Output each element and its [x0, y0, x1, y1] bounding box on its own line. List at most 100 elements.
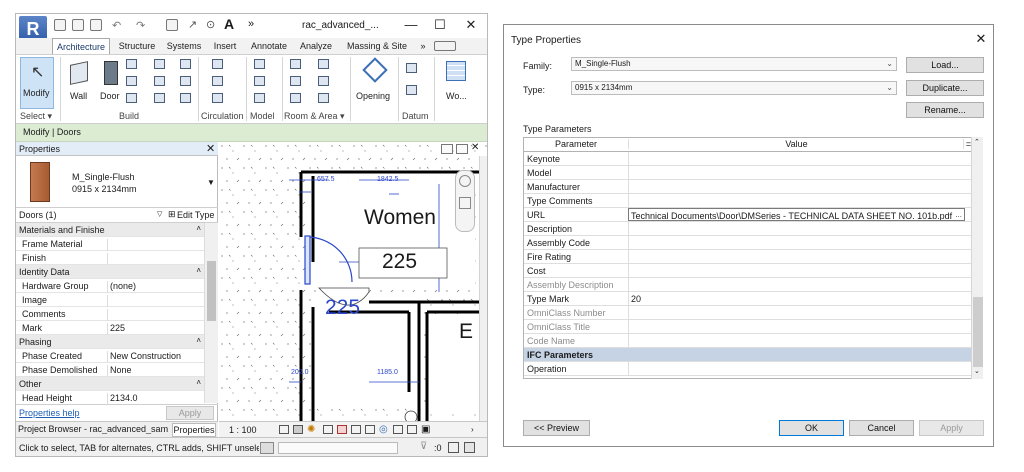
tab-annotate[interactable]: Annotate: [246, 38, 292, 54]
room-name-label[interactable]: Women: [364, 206, 436, 230]
parameter-row[interactable]: Type Comments: [524, 194, 972, 208]
grid-icon[interactable]: [406, 85, 417, 95]
select-links-icon[interactable]: [464, 442, 475, 453]
shadows-icon[interactable]: [323, 425, 333, 434]
type-selector[interactable]: M_Single-Flush 0915 x 2134mm ▼: [16, 156, 218, 208]
ramp-icon[interactable]: [212, 76, 223, 86]
area-icon[interactable]: [290, 93, 301, 103]
parameter-value[interactable]: Technical Documents\Door\DMSeries - TECH…: [628, 208, 965, 221]
property-group-header[interactable]: Other ˄: [16, 377, 204, 391]
parameter-row[interactable]: Assembly Code: [524, 236, 972, 250]
tab-analyze[interactable]: Analyze: [296, 38, 336, 54]
view-scale[interactable]: 1 : 100: [229, 425, 257, 435]
properties-scrollbar[interactable]: [204, 223, 218, 403]
property-value[interactable]: New Construction: [107, 351, 203, 363]
cancel-button[interactable]: Cancel: [849, 420, 914, 436]
parameter-row[interactable]: Cost: [524, 264, 972, 278]
model-group-icon[interactable]: [254, 93, 265, 103]
door-tag-label[interactable]: 225: [325, 296, 360, 320]
instance-filter[interactable]: Doors (1): [19, 210, 57, 220]
opening-button[interactable]: Opening: [356, 57, 392, 107]
filter-icon[interactable]: ⊽: [420, 441, 427, 452]
undo-icon[interactable]: ↶: [112, 19, 121, 32]
editable-only-icon[interactable]: [448, 442, 459, 453]
floor-icon[interactable]: [154, 93, 165, 103]
column-parameter[interactable]: Parameter: [524, 139, 628, 149]
wall-button[interactable]: Wall: [66, 57, 92, 107]
palette-close-icon[interactable]: ✕: [206, 142, 215, 155]
sun-path-icon[interactable]: ✺: [307, 424, 315, 435]
model-text-icon[interactable]: [254, 59, 265, 69]
room-icon[interactable]: [290, 59, 301, 69]
maximize-view-icon[interactable]: [456, 144, 468, 154]
tag-room-icon[interactable]: [318, 59, 329, 69]
parameter-row[interactable]: Model: [524, 166, 972, 180]
workset-combo[interactable]: [278, 442, 398, 454]
parameter-value[interactable]: [628, 362, 965, 375]
save-icon[interactable]: [72, 19, 84, 31]
tab-overflow[interactable]: »: [416, 38, 430, 54]
analytical-model-icon[interactable]: [407, 425, 417, 434]
parameter-row[interactable]: Fire Rating: [524, 250, 972, 264]
curtain-grid-icon[interactable]: [180, 76, 191, 86]
ribbon-toggle-icon[interactable]: [434, 41, 456, 51]
parameter-value[interactable]: [628, 166, 965, 179]
property-row[interactable]: Head Height 2134.0: [16, 391, 204, 405]
canvas-vertical-scrollbar[interactable]: [479, 156, 487, 421]
minimize-button[interactable]: —: [400, 16, 422, 34]
properties-help-link[interactable]: Properties help: [19, 408, 80, 418]
roof-icon[interactable]: [154, 59, 165, 69]
property-value[interactable]: 225: [107, 323, 203, 335]
duplicate-button[interactable]: Duplicate...: [906, 80, 984, 96]
family-dropdown[interactable]: M_Single-Flush ⌄: [571, 57, 897, 71]
room-separator-icon[interactable]: [290, 76, 301, 86]
window-icon[interactable]: [126, 59, 137, 69]
property-row[interactable]: Finish: [16, 251, 204, 265]
property-value[interactable]: [107, 253, 203, 265]
table-scrollbar[interactable]: ⌃ ⌄: [971, 137, 983, 379]
parameter-value[interactable]: [628, 264, 965, 277]
redo-icon[interactable]: ↷: [136, 19, 145, 32]
panel-select[interactable]: Select ▾: [20, 111, 52, 123]
tab-massing-site[interactable]: Massing & Site: [340, 38, 414, 54]
curtain-system-icon[interactable]: [180, 59, 191, 69]
railing-icon[interactable]: [212, 59, 223, 69]
parameter-row[interactable]: OmniClass Number: [524, 306, 972, 320]
parameter-row[interactable]: URL Technical Documents\Door\DMSeries - T…: [524, 208, 972, 222]
parameter-value[interactable]: [628, 194, 965, 207]
tag-area-icon[interactable]: [318, 93, 329, 103]
temporary-dimension[interactable]: 1185.0: [377, 369, 398, 376]
tab-structure[interactable]: Structure: [114, 38, 160, 54]
worksets-icon[interactable]: [260, 442, 274, 454]
collapse-icon[interactable]: ˄: [196, 378, 201, 387]
room-number-label[interactable]: 225: [382, 250, 417, 274]
temp-hide-icon[interactable]: ◎: [379, 424, 388, 435]
unlock-3d-icon[interactable]: [365, 425, 375, 434]
qat-overflow-icon[interactable]: »: [248, 18, 254, 30]
parameter-row[interactable]: Type Mark 20: [524, 292, 972, 306]
parameter-row[interactable]: Manufacturer: [524, 180, 972, 194]
crop-view-icon[interactable]: [337, 425, 347, 434]
property-group-header[interactable]: Identity Data ˄: [16, 265, 204, 279]
sync-icon[interactable]: [90, 19, 102, 31]
property-row[interactable]: Mark 225: [16, 321, 204, 335]
column-value[interactable]: Value: [628, 139, 964, 149]
property-row[interactable]: Hardware Group (none): [16, 279, 204, 293]
parameter-value[interactable]: [628, 180, 965, 193]
type-dropdown[interactable]: 0915 x 2134mm ⌄: [571, 81, 897, 95]
collapse-icon[interactable]: ˄: [196, 224, 201, 233]
door-button[interactable]: Door: [98, 57, 124, 107]
steering-wheel-icon[interactable]: [459, 175, 471, 187]
level-icon[interactable]: [406, 63, 417, 73]
edit-type-button[interactable]: Edit Type: [177, 210, 214, 220]
collapse-icon[interactable]: ˄: [196, 266, 201, 275]
detail-level-icon[interactable]: [279, 425, 289, 434]
tab-properties[interactable]: Properties: [172, 423, 216, 437]
open-icon[interactable]: [54, 19, 66, 31]
scroll-up-icon[interactable]: ⌃: [974, 138, 980, 146]
parameter-row[interactable]: Code Name: [524, 334, 972, 348]
property-value[interactable]: (none): [107, 281, 203, 293]
temporary-dimension[interactable]: 202.0: [291, 369, 309, 376]
ceiling-icon[interactable]: [154, 76, 165, 86]
parameter-value[interactable]: 20: [628, 292, 965, 305]
